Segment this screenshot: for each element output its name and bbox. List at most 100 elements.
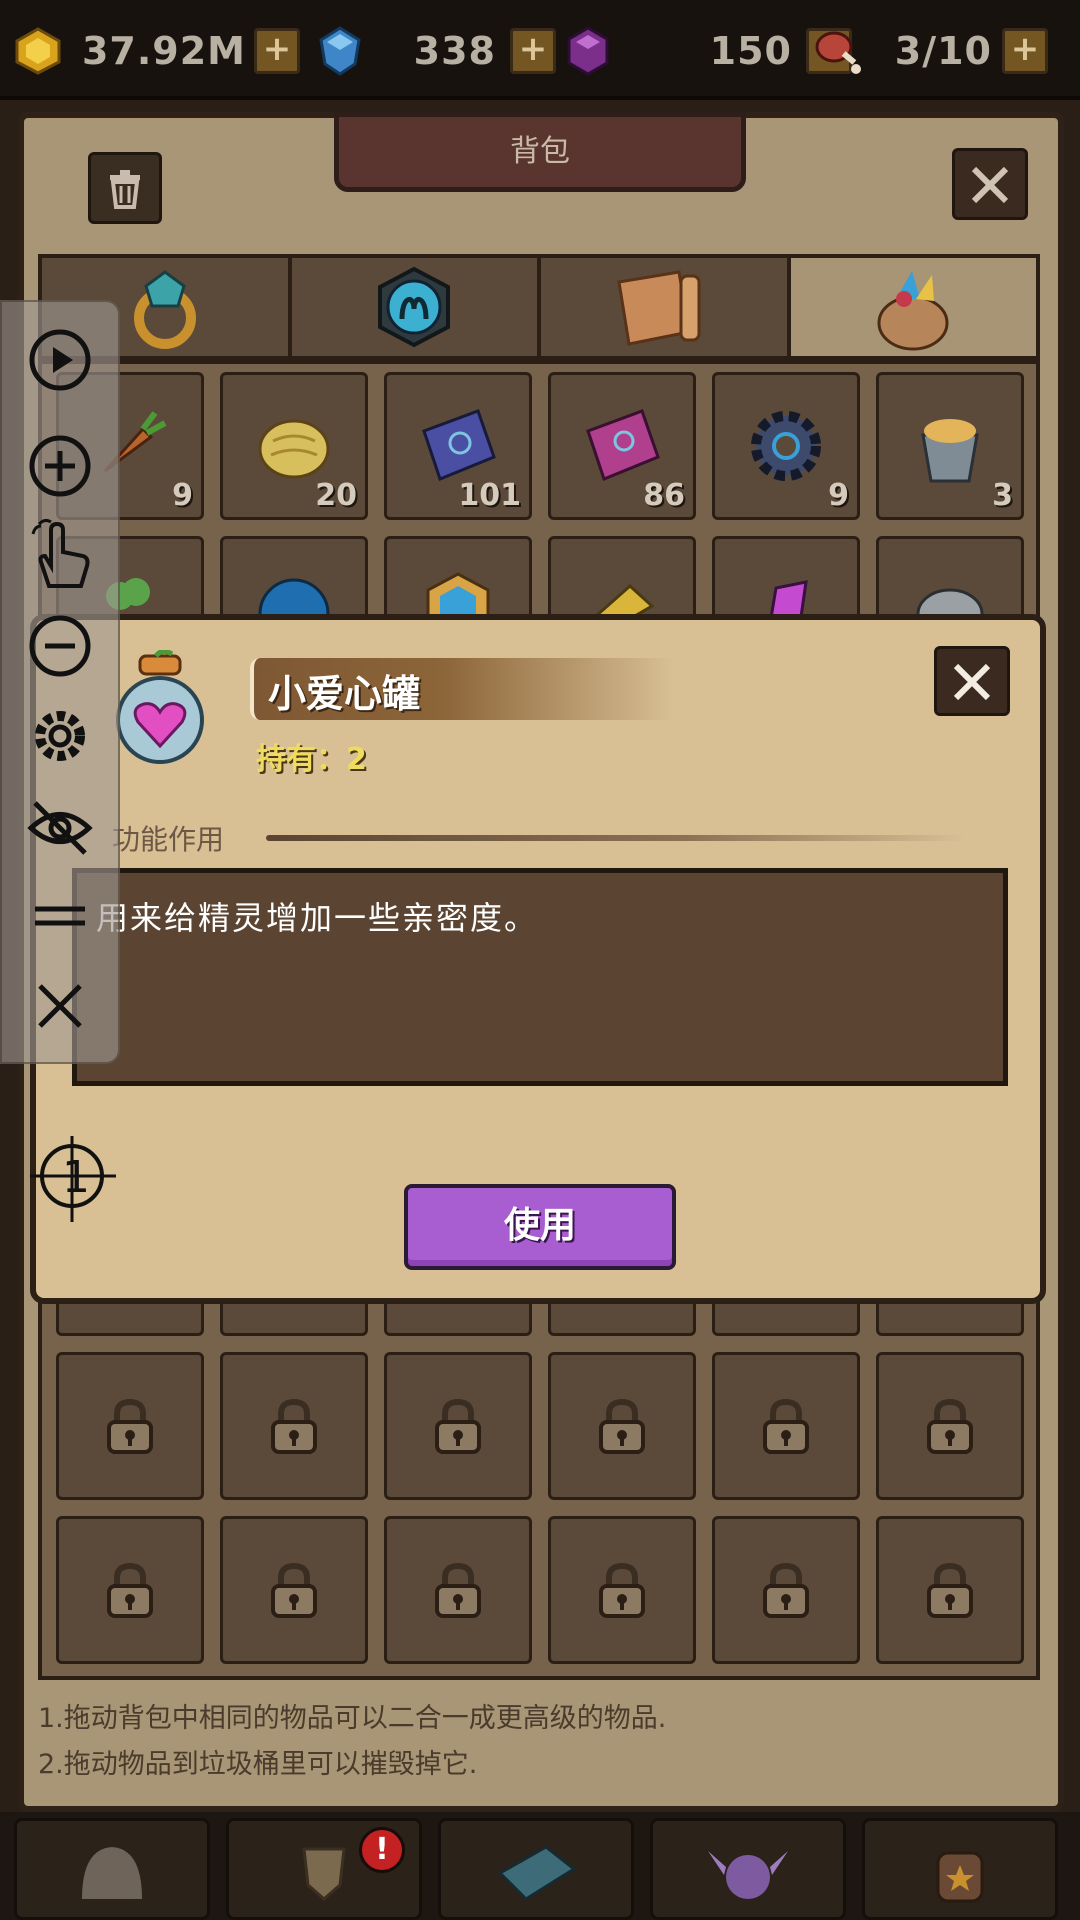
- trash-icon: [110, 170, 140, 209]
- item-count: 3: [992, 478, 1013, 513]
- heart-jar-icon: [110, 648, 210, 766]
- bag-slot-locked[interactable]: [712, 1352, 860, 1500]
- crystal-value: 150: [709, 29, 792, 73]
- play-button[interactable]: [24, 324, 96, 396]
- lock-icon: [599, 1562, 645, 1618]
- plus-circle-icon: [29, 435, 91, 497]
- zodiac-aries-icon: [378, 266, 451, 348]
- bag-slot-locked[interactable]: [220, 1516, 368, 1664]
- bag-slot-pink-book[interactable]: 86: [548, 372, 696, 520]
- bag-slot-locked[interactable]: [548, 1352, 696, 1500]
- nav-backpack[interactable]: [862, 1818, 1058, 1920]
- bag-slot-locked[interactable]: [384, 1352, 532, 1500]
- eye-off-icon: [27, 801, 93, 855]
- lock-icon: [763, 1562, 809, 1618]
- close-icon: [38, 984, 82, 1028]
- nav-battle[interactable]: !: [226, 1818, 422, 1920]
- hero-icon: [82, 1847, 142, 1899]
- hide-button[interactable]: [24, 792, 96, 864]
- tab-consumables[interactable]: [790, 258, 1036, 356]
- popup-close-button[interactable]: [934, 646, 1010, 716]
- close-toolbar-button[interactable]: [24, 970, 96, 1042]
- resource-gold: 37.92M +: [10, 18, 300, 84]
- tab-zodiac[interactable]: [291, 258, 541, 356]
- lock-icon: [271, 1562, 317, 1618]
- lock-icon: [927, 1562, 973, 1618]
- tap-button[interactable]: [24, 518, 96, 590]
- bag-slot-locked[interactable]: [384, 1516, 532, 1664]
- zoom-in-button[interactable]: [24, 430, 96, 502]
- bag-slot-locked[interactable]: [56, 1516, 204, 1664]
- bag-slot-locked[interactable]: [712, 1516, 860, 1664]
- svg-text:1: 1: [62, 1152, 90, 1203]
- nav-spirit[interactable]: [650, 1818, 846, 1920]
- gold-plus-button[interactable]: +: [254, 28, 300, 74]
- lock-icon: [107, 1562, 153, 1618]
- tab-materials[interactable]: [541, 258, 791, 356]
- gear-icon: [35, 711, 85, 761]
- bag-slot-locked[interactable]: [548, 1516, 696, 1664]
- lock-icon: [271, 1398, 317, 1454]
- item-count: 86: [643, 478, 685, 513]
- zoom-out-button[interactable]: [24, 610, 96, 682]
- item-name: 小爱心罐: [268, 672, 421, 716]
- lock-icon: [763, 1398, 809, 1454]
- nav-book[interactable]: [438, 1818, 634, 1920]
- lock-icon: [435, 1398, 481, 1454]
- owned-count: 2: [346, 742, 367, 777]
- lock-icon: [107, 1398, 153, 1454]
- bucket-icon: [921, 419, 979, 483]
- resource-crystal: 150 +: [560, 18, 852, 84]
- lock-icon: [435, 1562, 481, 1618]
- tip-line: 1.拖动背包中相同的物品可以二合一成更高级的物品.: [38, 1703, 667, 1734]
- diamond-plus-button[interactable]: +: [510, 28, 556, 74]
- lock-icon: [927, 1398, 973, 1454]
- use-button[interactable]: 使用: [404, 1184, 676, 1270]
- bag-title: 背包: [334, 112, 746, 192]
- lock-icon: [599, 1398, 645, 1454]
- bag-slot-locked[interactable]: [220, 1352, 368, 1500]
- notification-badge: !: [359, 1827, 405, 1873]
- diamond-value: 338: [413, 29, 496, 73]
- bag-slot-fruit[interactable]: 20: [220, 372, 368, 520]
- bag-slot-gear[interactable]: 9: [712, 372, 860, 520]
- function-section-label: 功能作用: [112, 823, 225, 856]
- menu-button[interactable]: [24, 880, 96, 952]
- backpack-icon: [936, 1851, 984, 1903]
- crosshair-marker[interactable]: 1: [30, 1136, 120, 1226]
- tip-line: 2.拖动物品到垃圾桶里可以摧毁掉它.: [38, 1749, 478, 1780]
- gold-value: 37.92M: [81, 29, 246, 73]
- meat-icon: [810, 23, 866, 79]
- ring-icon: [133, 270, 196, 349]
- hand-pointer-icon: [31, 518, 90, 588]
- stamina-value: 3/10: [894, 29, 992, 73]
- play-icon: [29, 329, 91, 391]
- bag-slot-locked[interactable]: [876, 1516, 1024, 1664]
- bag-slot-locked[interactable]: [876, 1352, 1024, 1500]
- settings-button[interactable]: [24, 700, 96, 772]
- resource-diamond: 338 +: [312, 18, 556, 84]
- bag-slot-blue-book[interactable]: 101: [384, 372, 532, 520]
- owned-label: 持有：: [256, 742, 346, 777]
- nav-hero[interactable]: [14, 1818, 210, 1920]
- item-count: 101: [458, 478, 521, 513]
- section-divider: [266, 835, 966, 841]
- bag-slot-bucket[interactable]: 3: [876, 372, 1024, 520]
- gear-icon: [751, 411, 821, 481]
- close-icon: [971, 166, 1009, 204]
- bag-tips: 1.拖动背包中相同的物品可以二合一成更高级的物品. 2.拖动物品到垃圾桶里可以摧…: [38, 1696, 666, 1788]
- item-owned: 持有：2: [256, 734, 367, 778]
- stamina-plus-button[interactable]: +: [1002, 28, 1048, 74]
- spirit-icon: [708, 1851, 788, 1899]
- close-icon: [953, 663, 991, 701]
- item-count: 9: [172, 478, 193, 513]
- item-description: 用来给精灵增加一些亲密度。: [96, 899, 539, 937]
- bag-tabs: [38, 254, 1040, 360]
- trash-button[interactable]: [88, 152, 162, 224]
- blue-gem-icon: [312, 23, 368, 79]
- shield-sword-icon: [302, 1847, 346, 1901]
- bag-slot-locked[interactable]: [56, 1352, 204, 1500]
- menu-icon: [35, 906, 85, 926]
- item-count: 20: [315, 478, 357, 513]
- bag-close-button[interactable]: [952, 148, 1028, 220]
